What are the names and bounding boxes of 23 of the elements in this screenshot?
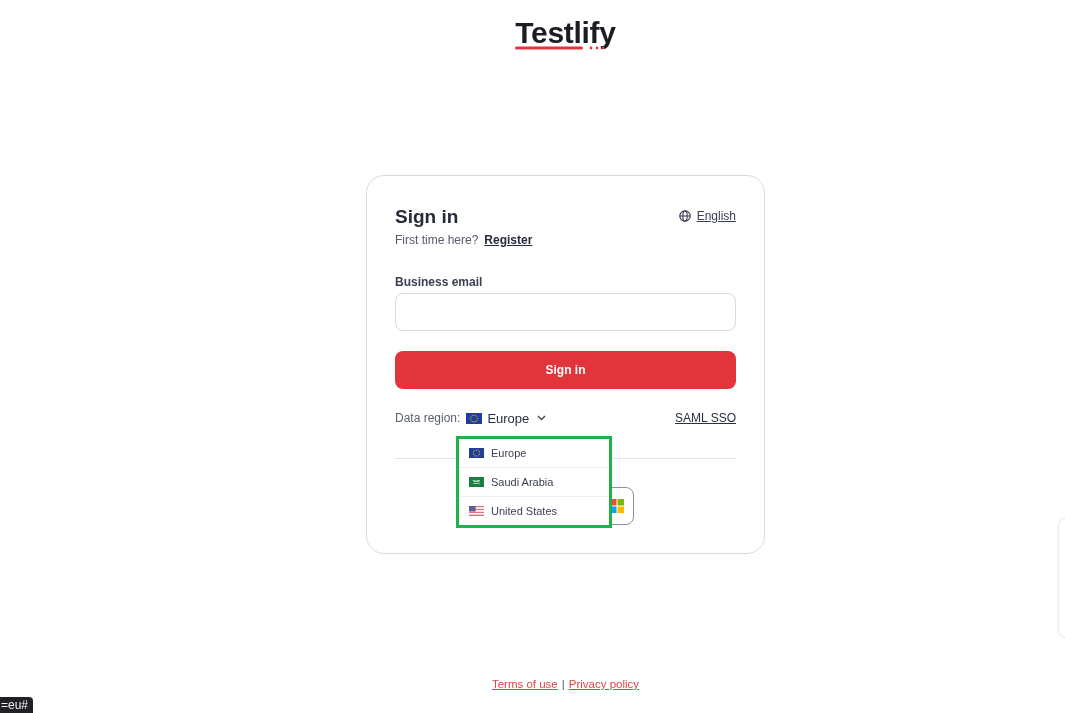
first-time-text: First time here? [395, 233, 479, 247]
saudi-flag-icon [469, 477, 484, 487]
separator-text: | [561, 678, 565, 690]
logo-text: Testlify [515, 18, 616, 48]
terms-link[interactable]: Terms of use [491, 678, 558, 690]
email-label: Business email [395, 274, 484, 290]
europe-flag-icon [466, 412, 483, 424]
status-url: =eu# [0, 697, 34, 713]
saml-sso-link[interactable]: SAML SSO [675, 411, 736, 425]
sign-in-title: Sign in [395, 205, 459, 229]
privacy-link[interactable]: Privacy policy [568, 678, 640, 690]
chevron-down-icon [537, 415, 547, 421]
logo-underline-icon [515, 46, 606, 50]
europe-flag-icon [469, 448, 484, 458]
language-link[interactable]: English [678, 208, 736, 223]
region-dropdown[interactable]: Europe [466, 410, 547, 426]
four-squares-icon [610, 499, 624, 513]
globe-icon [678, 209, 691, 222]
email-input[interactable] [395, 293, 736, 331]
data-region-label: Data region: [395, 411, 461, 425]
register-link[interactable]: Register [484, 233, 533, 247]
sign-in-button[interactable]: Sign in [395, 351, 736, 389]
us-flag-icon [469, 506, 484, 516]
